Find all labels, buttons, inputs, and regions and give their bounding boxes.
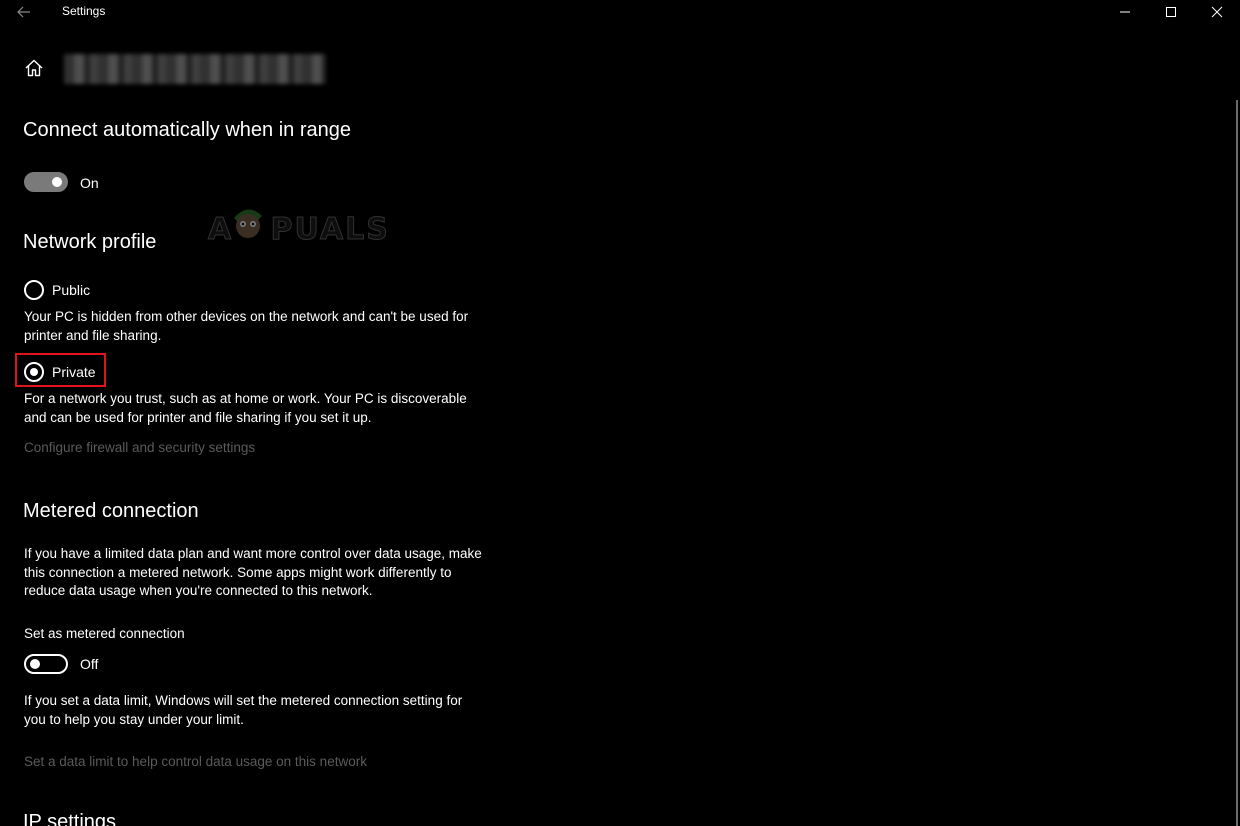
- network-profile-heading: Network profile: [23, 231, 157, 253]
- network-name-redacted: [64, 54, 326, 84]
- back-button[interactable]: [10, 2, 38, 22]
- watermark-text: A PUALS: [208, 212, 390, 248]
- ip-settings-heading: IP settings: [23, 811, 117, 826]
- home-button[interactable]: [22, 56, 46, 80]
- private-radio-label[interactable]: Private: [52, 364, 96, 380]
- connect-auto-state: On: [80, 175, 99, 191]
- metered-state: Off: [80, 656, 99, 672]
- private-description: For a network you trust, such as at home…: [24, 391, 467, 425]
- metered-heading: Metered connection: [23, 500, 199, 522]
- metered-toggle-label: Set as metered connection: [24, 626, 185, 641]
- private-radio[interactable]: [24, 362, 44, 382]
- set-data-limit-link[interactable]: Set a data limit to help control data us…: [24, 754, 367, 769]
- minimize-button[interactable]: [1102, 0, 1148, 24]
- appuals-watermark: A PUALS: [208, 200, 388, 250]
- close-icon: [1211, 6, 1223, 18]
- connect-auto-heading: Connect automatically when in range: [23, 119, 351, 141]
- window-title: Settings: [62, 4, 106, 18]
- public-radio-label[interactable]: Public: [52, 282, 90, 298]
- metered-toggle[interactable]: [24, 654, 68, 674]
- configure-firewall-link[interactable]: Configure firewall and security settings: [24, 440, 255, 455]
- settings-window: Settings Connect automatically when in r…: [0, 0, 1240, 826]
- close-button[interactable]: [1194, 0, 1240, 24]
- metered-description: If you have a limited data plan and want…: [24, 546, 482, 598]
- toggle-knob: [30, 659, 40, 669]
- public-description: Your PC is hidden from other devices on …: [24, 309, 469, 343]
- title-bar: Settings: [0, 0, 1240, 24]
- maximize-button[interactable]: [1148, 0, 1194, 24]
- data-limit-note: If you set a data limit, Windows will se…: [24, 693, 463, 727]
- home-icon: [25, 59, 43, 77]
- maximize-icon: [1166, 7, 1176, 17]
- connect-auto-toggle[interactable]: [24, 172, 68, 192]
- toggle-knob: [52, 177, 62, 187]
- back-arrow-icon: [17, 6, 30, 18]
- public-radio[interactable]: [24, 280, 44, 300]
- minimize-icon: [1120, 11, 1130, 13]
- scrollbar[interactable]: [1236, 100, 1238, 826]
